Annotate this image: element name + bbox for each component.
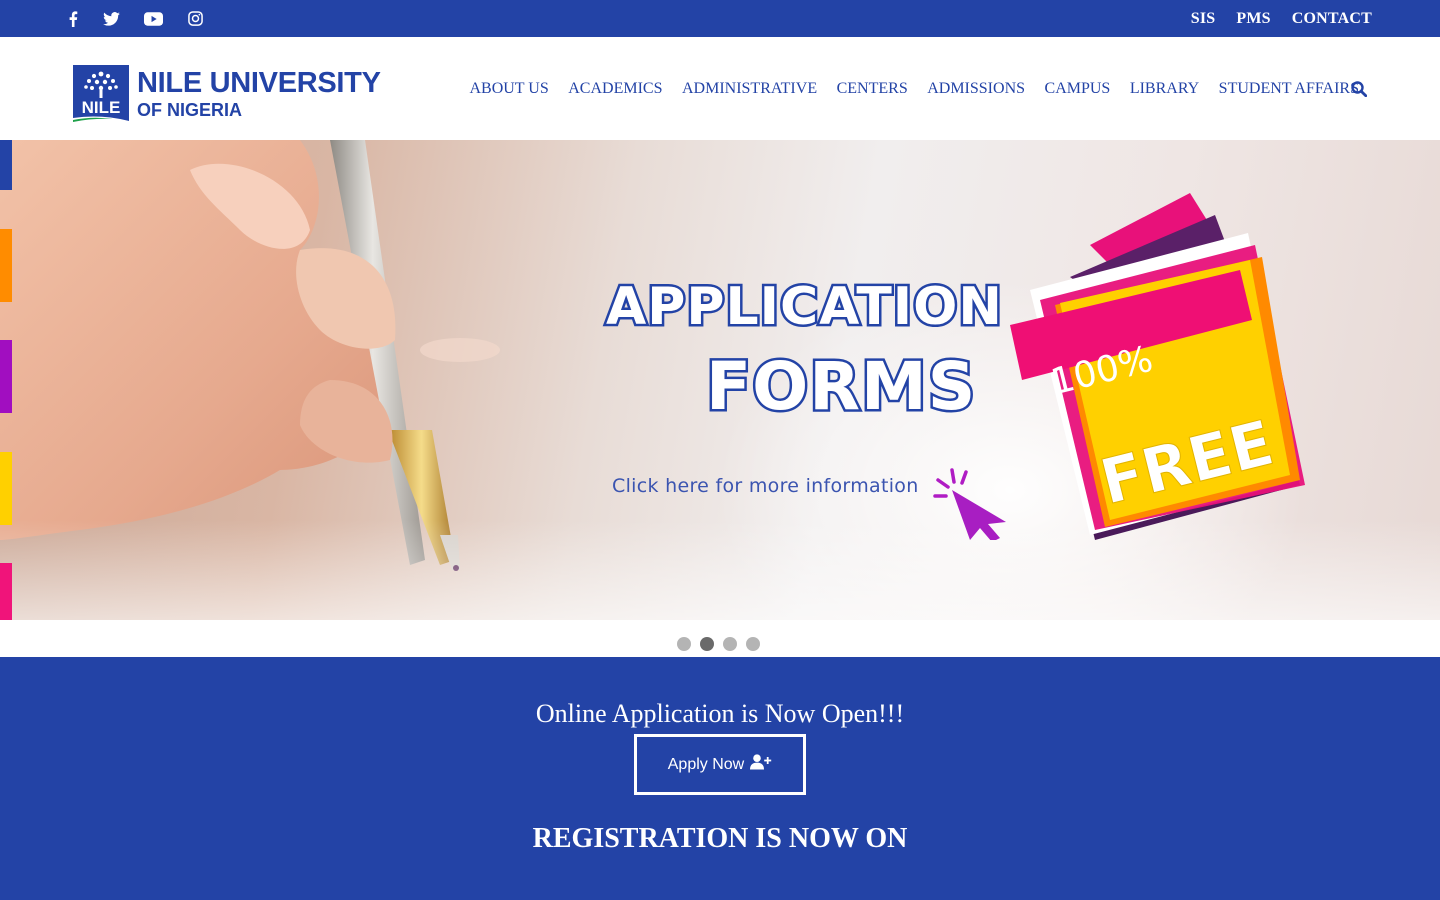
search-icon[interactable]	[1351, 81, 1368, 98]
top-bar: SIS PMS CONTACT	[0, 0, 1440, 37]
hero-title-line2: FORMS	[703, 346, 977, 428]
svg-text:NILE: NILE	[82, 98, 121, 117]
apply-now-button[interactable]: Apply Now	[634, 734, 806, 795]
university-name[interactable]: NILE UNIVERSITY	[137, 67, 381, 99]
youtube-icon[interactable]	[140, 0, 166, 37]
carousel-dot-3[interactable]	[723, 637, 737, 651]
main-nav: ABOUT US ACADEMICS ADMINISTRATIVE CENTER…	[469, 37, 1359, 140]
instagram-icon[interactable]	[182, 0, 208, 37]
sis-link[interactable]: SIS	[1191, 10, 1216, 28]
university-subtitle: OF NIGERIA	[137, 100, 243, 120]
carousel-dot-2[interactable]	[700, 637, 714, 651]
main-header: NILE NILE UNIVERSITY OF NIGERIA ABOUT US…	[0, 37, 1440, 140]
pms-link[interactable]: PMS	[1236, 10, 1270, 28]
hero-banner[interactable]: APPLICATION FORMS Click here for more in…	[0, 140, 1440, 620]
application-cta-section: Online Application is Now Open!!! Apply …	[0, 657, 1440, 900]
cta-title: Online Application is Now Open!!!	[535, 699, 905, 728]
side-tab-orange[interactable]	[0, 229, 12, 302]
nav-student-affairs[interactable]: STUDENT AFFAIRS	[1219, 80, 1359, 98]
carousel-dot-4[interactable]	[746, 637, 760, 651]
nav-academics[interactable]: ACADEMICS	[568, 80, 662, 98]
nav-library[interactable]: LIBRARY	[1130, 80, 1199, 98]
side-color-tabs	[0, 140, 12, 620]
facebook-icon[interactable]	[60, 0, 86, 37]
nav-campus[interactable]: CAMPUS	[1045, 80, 1111, 98]
hero-info-link[interactable]: Click here for more information	[612, 475, 919, 497]
nav-centers[interactable]: CENTERS	[837, 80, 908, 98]
apply-now-label: Apply Now	[667, 755, 745, 773]
side-tab-blue[interactable]	[0, 140, 12, 190]
nav-administrative[interactable]: ADMINISTRATIVE	[682, 80, 817, 98]
side-tab-yellow[interactable]	[0, 452, 12, 525]
registration-banner: REGISTRATION IS NOW ON	[532, 823, 908, 854]
nav-about-us[interactable]: ABOUT US	[469, 80, 548, 98]
twitter-icon[interactable]	[98, 0, 124, 37]
hero-title-line1: APPLICATION	[604, 275, 1005, 340]
university-logo-icon[interactable]: NILE	[73, 65, 129, 126]
nav-admissions[interactable]: ADMISSIONS	[927, 80, 1025, 98]
user-plus-icon	[750, 754, 772, 775]
contact-link[interactable]: CONTACT	[1292, 10, 1372, 28]
carousel-indicators	[677, 637, 760, 651]
free-badge-graphic: 100% FREE	[1010, 193, 1305, 540]
carousel-dot-1[interactable]	[677, 637, 691, 651]
side-tab-purple[interactable]	[0, 340, 12, 413]
top-links: SIS PMS CONTACT	[1191, 0, 1372, 37]
side-tab-pink[interactable]	[0, 563, 12, 620]
